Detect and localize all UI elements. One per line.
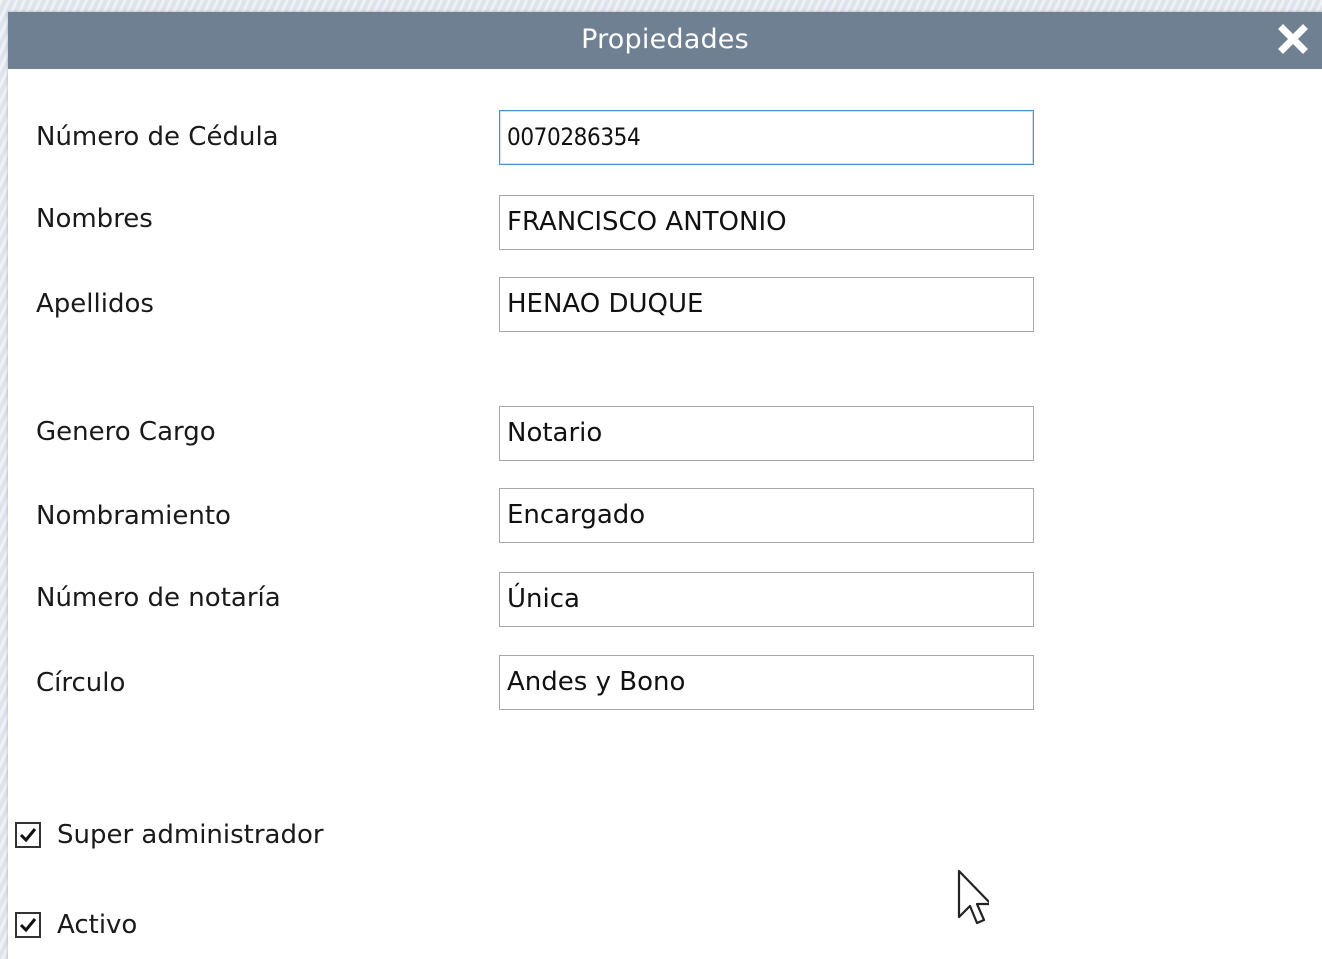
super-admin-checkbox[interactable] (15, 822, 41, 848)
super-admin-row[interactable]: Super administrador (15, 820, 324, 850)
properties-dialog: Propiedades Número de Cédula 0070286354 … (8, 12, 1322, 959)
nombres-input[interactable]: FRANCISCO ANTONIO (499, 195, 1034, 250)
dialog-title: Propiedades (581, 24, 749, 55)
activo-label: Activo (57, 910, 138, 940)
nombramiento-label: Nombramiento (36, 501, 231, 531)
genero-cargo-label: Genero Cargo (36, 417, 216, 447)
genero-cargo-input[interactable]: Notario (499, 406, 1034, 461)
cedula-label: Número de Cédula (36, 122, 279, 152)
mouse-pointer-icon (953, 867, 993, 933)
cedula-input[interactable]: 0070286354 (499, 110, 1034, 165)
super-admin-label: Super administrador (57, 820, 324, 850)
apellidos-input[interactable]: HENAO DUQUE (499, 277, 1034, 332)
nombres-label: Nombres (36, 204, 153, 234)
dialog-titlebar[interactable]: Propiedades (8, 12, 1322, 69)
numero-notaria-input[interactable]: Única (499, 572, 1034, 627)
apellidos-label: Apellidos (36, 289, 154, 319)
close-icon[interactable] (1278, 24, 1308, 54)
checkmark-icon (19, 828, 37, 843)
activo-checkbox[interactable] (15, 912, 41, 938)
circulo-input[interactable]: Andes y Bono (499, 655, 1034, 710)
activo-row[interactable]: Activo (15, 910, 137, 940)
numero-notaria-label: Número de notaría (36, 583, 281, 613)
nombramiento-input[interactable]: Encargado (499, 488, 1034, 543)
checkmark-icon (19, 918, 37, 933)
circulo-label: Círculo (36, 668, 126, 698)
